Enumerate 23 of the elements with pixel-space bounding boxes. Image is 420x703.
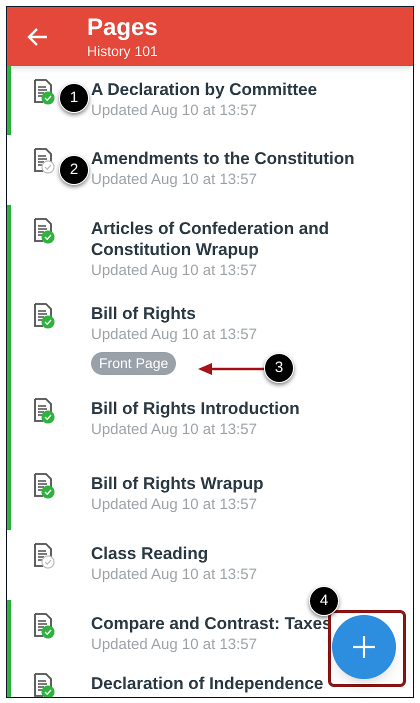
pointer-arrow — [198, 363, 264, 375]
page-title: Bill of Rights Introduction — [91, 398, 300, 419]
course-subtitle: History 101 — [87, 42, 158, 60]
updated-date: Updated Aug 10 at 13:57 — [91, 565, 257, 585]
page-title: Bill of Rights Wrapup — [91, 473, 264, 494]
updated-date: Updated Aug 10 at 13:57 — [91, 101, 257, 121]
updated-date: Updated Aug 10 at 13:57 — [91, 635, 257, 655]
updated-date: Updated Aug 10 at 13:57 — [91, 495, 257, 515]
page-title: Bill of Rights — [91, 303, 196, 324]
front-page-badge: Front Page — [91, 352, 176, 375]
page-title: Articles of Confederation and Constitution Wrapup — [91, 218, 330, 260]
updated-date: Updated Aug 10 at 13:57 — [91, 261, 257, 281]
page-title: Class Reading — [91, 543, 208, 564]
screen-title: Pages — [87, 14, 158, 42]
updated-date: Updated Aug 10 at 13:57 — [91, 325, 257, 345]
plus-icon — [352, 635, 376, 659]
updated-date: Updated Aug 10 at 13:57 — [91, 420, 257, 440]
page-title: Amendments to the Constitution — [91, 148, 354, 169]
published-bar — [7, 66, 11, 135]
updated-date: Updated Aug 10 at 13:57 — [91, 170, 257, 190]
page-title: A Declaration by Committee — [91, 79, 318, 100]
back-arrow-icon — [26, 26, 48, 46]
page-title: Declaration of Independence — [91, 673, 324, 694]
